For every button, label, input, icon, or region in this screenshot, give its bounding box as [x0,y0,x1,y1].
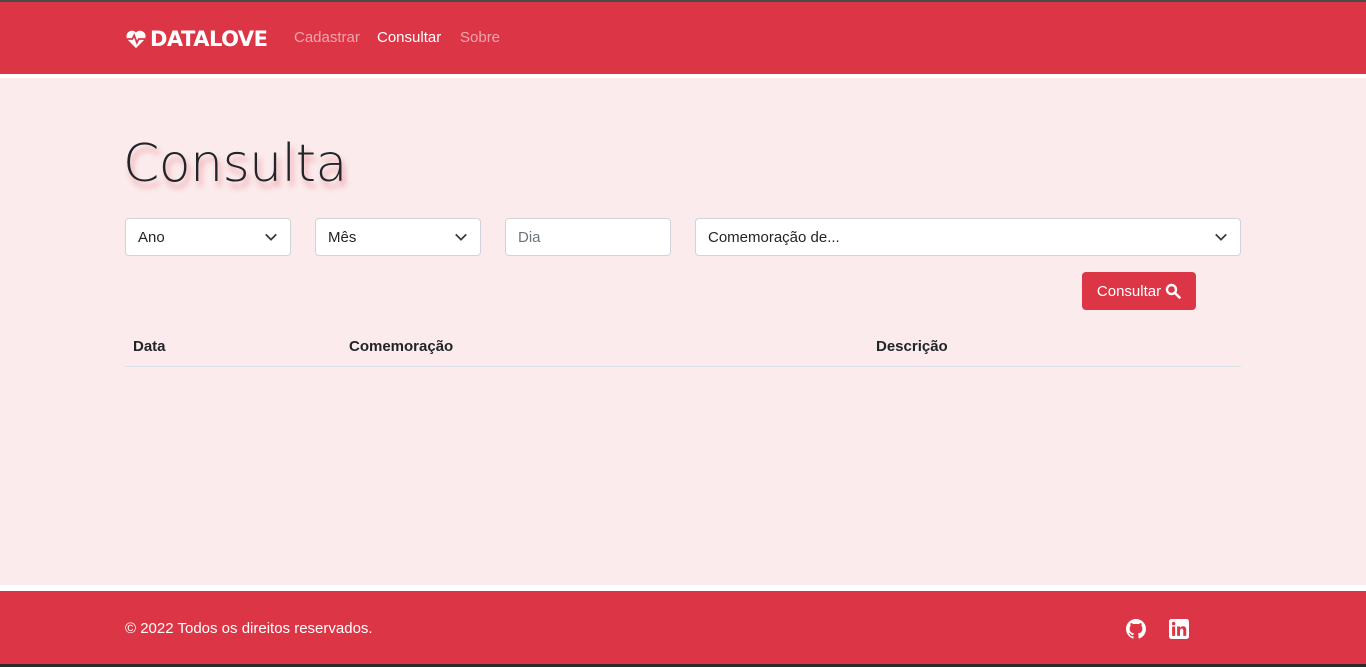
brand-name: DATALOVE [150,27,268,51]
year-select-value: Ano [138,228,165,246]
heart-pulse-icon [126,30,146,49]
copyright-text: © 2022 Todos os direitos reservados. [125,620,373,637]
github-icon[interactable] [1126,619,1146,639]
navbar: DATALOVE Cadastrar Consultar Sobre [0,2,1366,74]
chevron-down-icon [1215,233,1227,241]
day-input[interactable] [505,218,671,256]
commemoration-select[interactable]: Comemoração de... [695,218,1241,256]
page-title: Consulta [123,134,347,194]
column-header-comemoracao: Comemoração [349,338,454,355]
year-select[interactable]: Ano [125,218,291,256]
nav-link-sobre[interactable]: Sobre [460,29,500,46]
linkedin-icon[interactable] [1169,619,1189,639]
nav-link-consultar[interactable]: Consultar [377,29,441,46]
nav-link-cadastrar[interactable]: Cadastrar [294,29,360,46]
results-table: Data Comemoração Descrição [125,330,1241,367]
main-content: Consulta Ano Mês Comemoração de... Consu… [0,78,1366,585]
commemoration-select-value: Comemoração de... [708,228,840,246]
column-header-descricao: Descrição [876,338,948,355]
month-select-value: Mês [328,228,357,246]
chevron-down-icon [455,233,467,241]
month-select[interactable]: Mês [315,218,481,256]
search-icon [1165,283,1181,299]
brand-logo[interactable]: DATALOVE [125,26,268,52]
search-button[interactable]: Consultar [1082,272,1196,310]
search-button-label: Consultar [1096,282,1162,300]
column-header-data: Data [133,338,166,355]
chevron-down-icon [265,233,277,241]
footer: © 2022 Todos os direitos reservados. [0,591,1366,667]
